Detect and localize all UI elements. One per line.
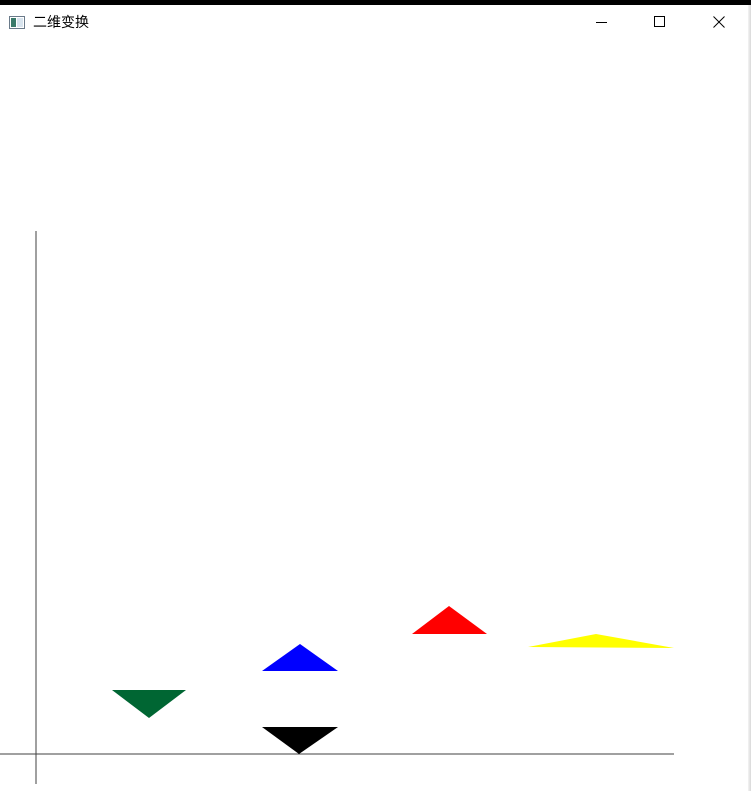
window-title: 二维变换 [33, 15, 89, 31]
title-bar[interactable]: 二维变换 [0, 5, 748, 39]
red-triangle [412, 606, 487, 634]
close-icon [713, 16, 725, 28]
green-triangle [112, 690, 186, 718]
drawing-canvas[interactable] [0, 39, 748, 791]
app-window: 二维变换 [0, 0, 751, 791]
yellow-triangle [528, 634, 674, 648]
minimize-button[interactable] [579, 5, 625, 39]
maximize-icon [654, 16, 665, 27]
minimize-icon [596, 22, 607, 23]
blue-triangle [262, 644, 338, 671]
black-triangle [262, 727, 338, 754]
app-icon [9, 16, 25, 29]
maximize-button[interactable] [637, 5, 683, 39]
close-button[interactable] [696, 5, 742, 39]
